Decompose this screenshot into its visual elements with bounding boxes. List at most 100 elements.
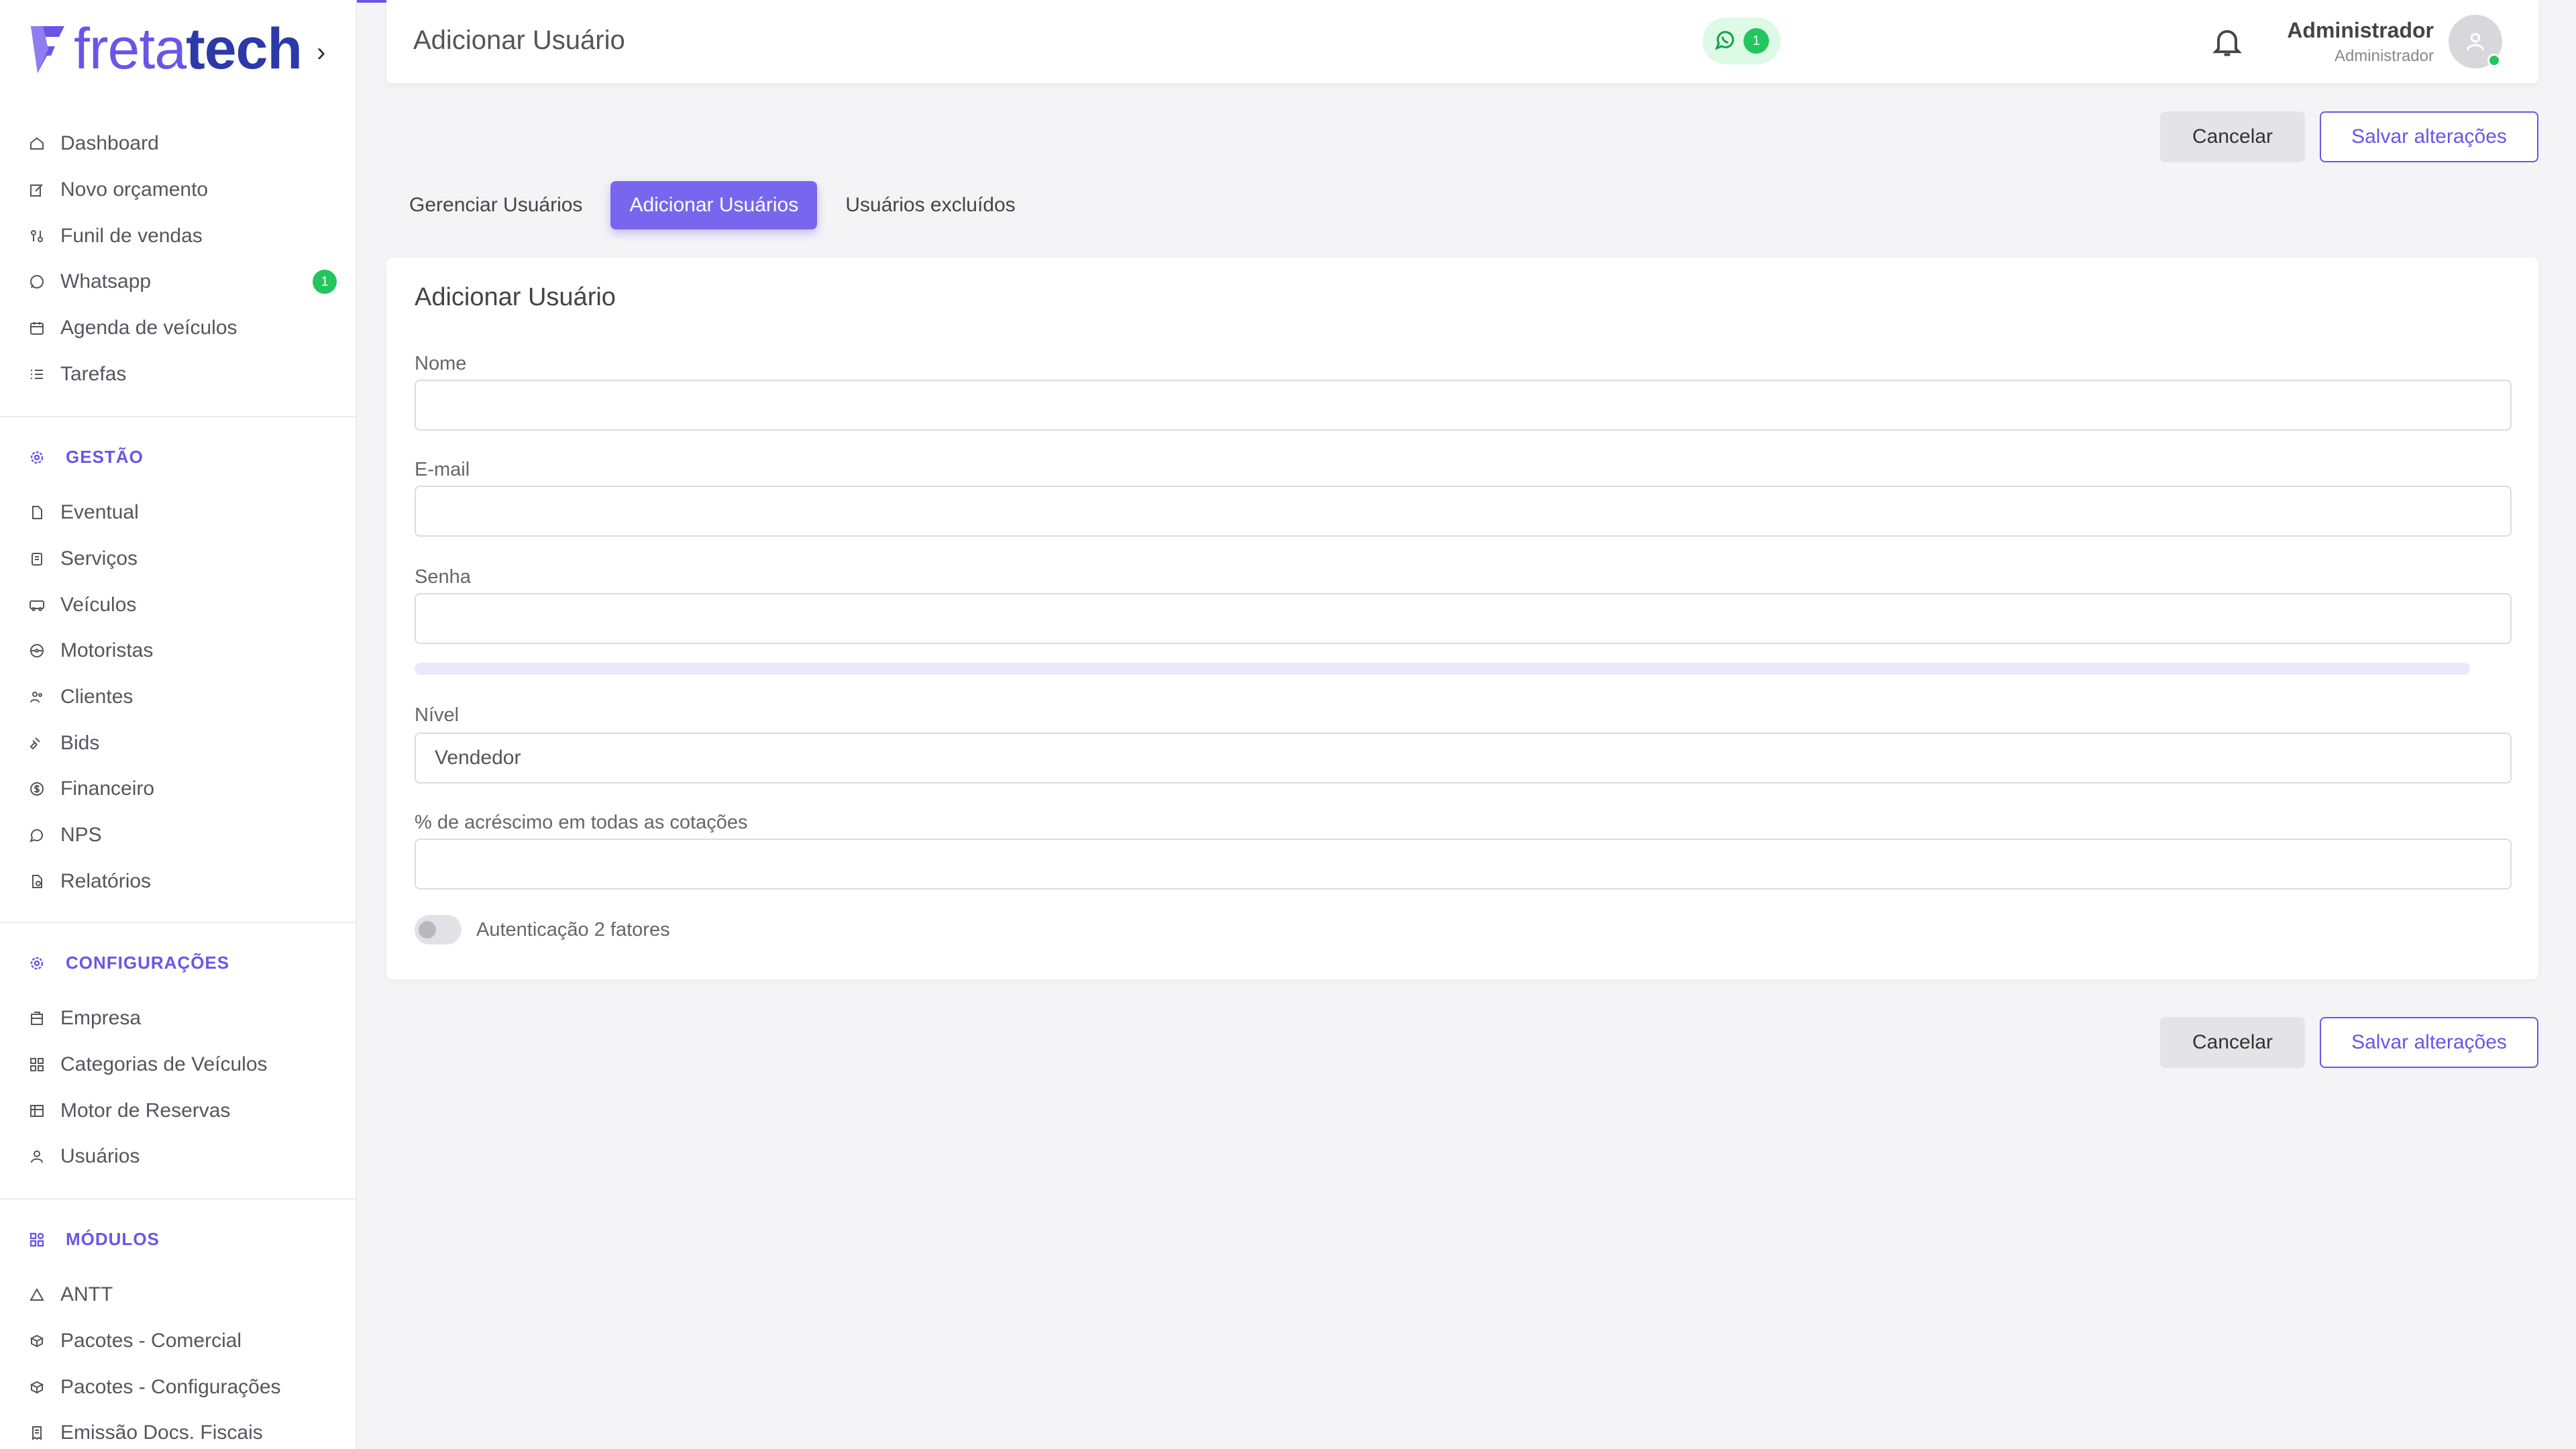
password-strength-bar [415,663,2470,675]
sidebar-item-pacotes-comercial[interactable]: Pacotes - Comercial [0,1318,356,1364]
apps-icon [28,1231,46,1248]
tab-gerenciar-usuarios[interactable]: Gerenciar Usuários [390,181,601,229]
avatar[interactable] [2449,15,2502,68]
senha-field[interactable] [415,593,2512,644]
whatsapp-icon [28,273,46,290]
two-factor-row: Autenticação 2 fatores [415,915,670,945]
online-status-dot [2487,54,2501,67]
sidebar-item-antt[interactable]: ANTT [0,1272,356,1318]
acrescimo-label: % de acréscimo em todas as cotações [415,812,748,833]
logo-text: fretatech [74,17,303,81]
sidebar-item-eventual[interactable]: Eventual [0,490,356,536]
sidebar-item-label: Agenda de veículos [60,317,237,339]
user-icon [2467,33,2484,51]
logo-mark-icon [31,26,64,73]
nivel-select[interactable]: Vendedor [415,733,2512,784]
tab-usuarios-excluidos[interactable]: Usuários excluídos [826,181,1034,229]
sidebar-item-label: Motor de Reservas [60,1099,231,1122]
package-icon [28,1379,46,1396]
sidebar-item-dashboard[interactable]: Dashboard [0,121,356,167]
sidebar-item-relatorios[interactable]: Relatórios [0,859,356,905]
email-field[interactable] [415,486,2512,537]
sidebar-item-funil-de-vendas[interactable]: Funil de vendas [0,213,356,259]
bus-icon [28,596,46,614]
acrescimo-field[interactable] [415,839,2512,890]
sidebar-divider [0,922,356,923]
sidebar-item-label: Bids [60,731,100,754]
user-info: Administrador Administrador [2287,18,2434,66]
nome-field[interactable] [415,380,2512,431]
sidebar-item-motoristas[interactable]: Motoristas [0,628,356,674]
sidebar-item-label: Eventual [60,501,139,524]
sidebar-item-motor-de-reservas[interactable]: Motor de Reservas [0,1087,356,1134]
nivel-label: Nível [415,704,460,726]
modulos-nav: ANTT Pacotes - Comercial Pacotes - Confi… [0,1272,356,1449]
sidebar-item-label: Relatórios [60,869,152,892]
add-user-form-card: Adicionar Usuário Nome E-mail Senha Níve… [386,258,2538,979]
document-icon [28,504,46,521]
sidebar-item-label: Whatsapp [60,270,152,293]
cancel-button-bottom[interactable]: Cancelar [2160,1017,2305,1068]
whatsapp-notification-button[interactable]: 1 [1703,17,1780,64]
section-title: MÓDULOS [66,1229,160,1249]
senha-label: Senha [415,566,471,588]
triangle-icon [28,1286,46,1303]
building-icon [28,1010,46,1027]
calendar-icon [28,319,46,337]
sidebar-item-label: Veículos [60,593,137,616]
sidebar-item-emissao-docs-fiscais[interactable]: Emissão Docs. Fiscais [0,1410,356,1449]
sidebar-item-usuarios[interactable]: Usuários [0,1134,356,1180]
toggle-knob [419,921,436,938]
sidebar-item-label: NPS [60,824,102,847]
sidebar-item-label: Dashboard [60,132,159,155]
cancel-button-top[interactable]: Cancelar [2160,111,2305,162]
tab-adicionar-usuarios[interactable]: Adicionar Usuários [610,181,818,229]
user-menu[interactable]: Administrador Administrador [2287,15,2502,68]
sidebar-item-label: Novo orçamento [60,178,209,201]
sidebar-item-label: ANTT [60,1283,113,1306]
sidebar-item-bids[interactable]: Bids [0,720,356,766]
sidebar-item-categorias-de-veiculos[interactable]: Categorias de Veículos [0,1042,356,1088]
sidebar-item-label: Clientes [60,686,133,708]
whatsapp-icon [1714,28,1737,54]
section-modulos-header: MÓDULOS [28,1229,160,1250]
bell-icon[interactable] [2210,24,2245,59]
sidebar-item-servicos[interactable]: Serviços [0,536,356,582]
sidebar-item-clientes[interactable]: Clientes [0,674,356,720]
page-title: Adicionar Usuário [413,25,625,55]
sidebar-item-label: Financeiro [60,777,155,800]
save-button-top[interactable]: Salvar alterações [2320,111,2538,162]
sidebar-item-label: Categorias de Veículos [60,1053,268,1076]
home-icon [28,135,46,152]
top-header: Adicionar Usuário 1 Administrador Admini… [386,0,2538,83]
sidebar-collapse-chevron-icon[interactable]: › [317,38,325,68]
sidebar-divider [0,1198,356,1199]
sidebar-divider [0,416,356,417]
sidebar-item-agenda-de-veiculos[interactable]: Agenda de veículos [0,305,356,352]
gear-icon [28,449,46,466]
app-logo[interactable]: fretatech [28,17,303,81]
gestao-nav: Eventual Serviços Veículos Motoristas Cl… [0,490,356,905]
sidebar: fretatech › Dashboard Novo orçamento Fun… [0,0,357,1449]
sidebar-item-label: Pacotes - Comercial [60,1330,242,1352]
sidebar-item-financeiro[interactable]: Financeiro [0,766,356,812]
sidebar-item-label: Funil de vendas [60,224,203,247]
list-icon [28,366,46,383]
sidebar-item-label: Emissão Docs. Fiscais [60,1421,263,1444]
logo-text-part2: tech [186,17,303,81]
user-name: Administrador [2287,17,2434,42]
sidebar-item-novo-orcamento[interactable]: Novo orçamento [0,167,356,213]
sidebar-item-label: Tarefas [60,362,127,385]
sidebar-item-nps[interactable]: NPS [0,812,356,859]
two-factor-toggle[interactable] [415,915,462,945]
sidebar-item-label: Empresa [60,1007,142,1030]
sidebar-item-empresa[interactable]: Empresa [0,996,356,1042]
sidebar-item-pacotes-configuracoes[interactable]: Pacotes - Configurações [0,1364,356,1410]
sidebar-item-whatsapp[interactable]: Whatsapp 1 [0,259,356,305]
form-title: Adicionar Usuário [415,283,616,311]
sidebar-item-veiculos[interactable]: Veículos [0,582,356,628]
nome-label: Nome [415,353,467,374]
nivel-selected-value: Vendedor [435,747,521,769]
sidebar-item-tarefas[interactable]: Tarefas [0,351,356,397]
save-button-bottom[interactable]: Salvar alterações [2320,1017,2538,1068]
